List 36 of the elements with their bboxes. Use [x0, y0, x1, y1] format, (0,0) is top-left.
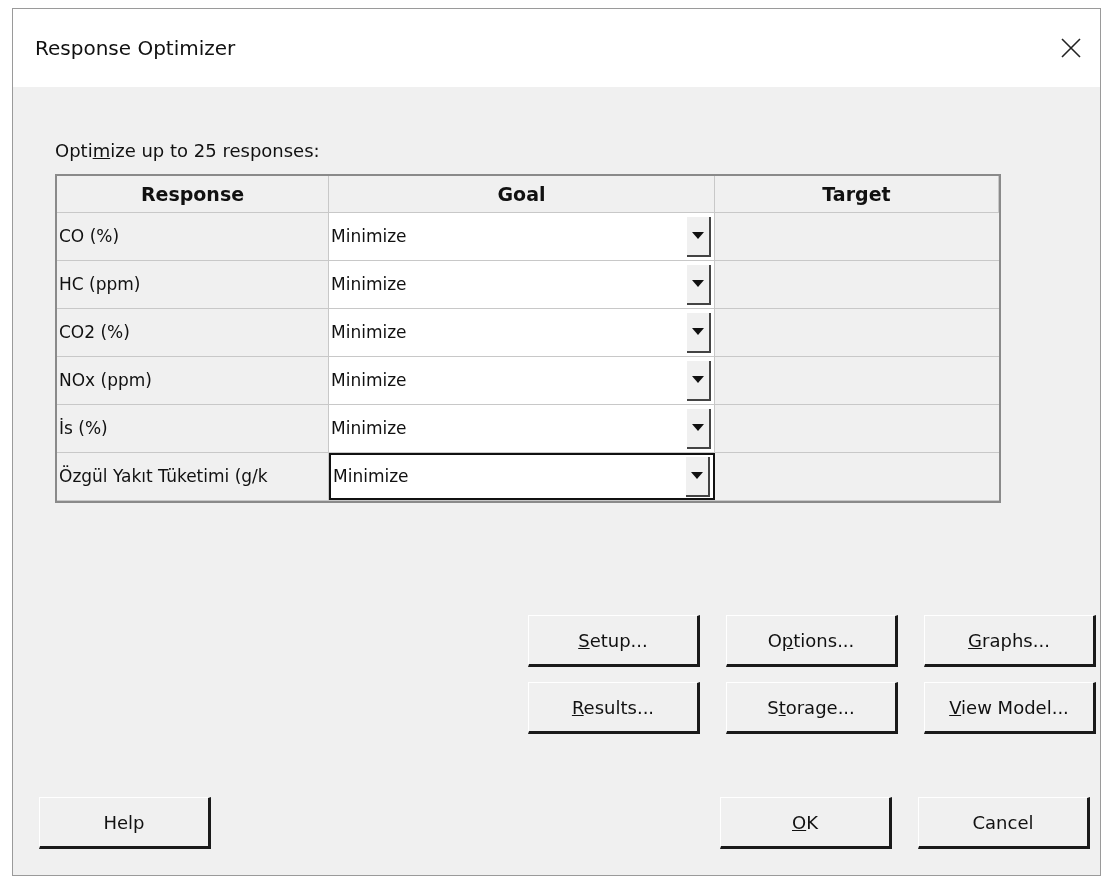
dropdown-arrow-button[interactable] — [687, 216, 711, 257]
caret-icon — [692, 424, 704, 431]
dropdown-arrow-button[interactable] — [686, 456, 710, 497]
goal-dropdown[interactable]: Minimize — [329, 309, 715, 356]
dialog-button[interactable]: Cancel — [918, 797, 1090, 849]
goal-dropdown[interactable]: Minimize — [329, 453, 715, 500]
dialog-button[interactable]: Options... — [726, 615, 898, 667]
window-title: Response Optimizer — [35, 35, 236, 62]
goal-dropdown[interactable]: Minimize — [329, 261, 715, 308]
dropdown-value: Minimize — [330, 272, 407, 296]
dialog-button[interactable]: Storage... — [726, 682, 898, 734]
goal-dropdown[interactable]: Minimize — [329, 405, 715, 452]
dialog-button[interactable]: View Model... — [924, 682, 1096, 734]
dropdown-value: Minimize — [330, 224, 407, 248]
dialog-button[interactable]: OK — [720, 797, 892, 849]
dropdown-value: Minimize — [330, 368, 407, 392]
dropdown-value: Minimize — [330, 320, 407, 344]
caret-icon — [692, 328, 704, 335]
goal-dropdown[interactable]: Minimize — [329, 213, 715, 260]
dropdown-arrow-button[interactable] — [687, 408, 711, 449]
dropdown-arrow-button[interactable] — [687, 360, 711, 401]
dropdown-value: Minimize — [332, 464, 409, 488]
caret-icon — [691, 472, 703, 479]
caret-icon — [692, 280, 704, 287]
help-button[interactable]: Help — [39, 797, 211, 849]
close-icon[interactable] — [1060, 37, 1082, 59]
dropdown-value: Minimize — [330, 416, 407, 440]
dialog-button[interactable]: Results... — [528, 682, 700, 734]
dropdown-arrow-button[interactable] — [687, 264, 711, 305]
dialog-button[interactable]: Graphs... — [924, 615, 1096, 667]
dialog-button[interactable]: Setup... — [528, 615, 700, 667]
caret-icon — [692, 376, 704, 383]
dropdown-arrow-button[interactable] — [687, 312, 711, 353]
goal-dropdown[interactable]: Minimize — [329, 357, 715, 404]
caret-icon — [692, 232, 704, 239]
prompt-label: Optimize up to 25 responses: — [55, 140, 320, 161]
